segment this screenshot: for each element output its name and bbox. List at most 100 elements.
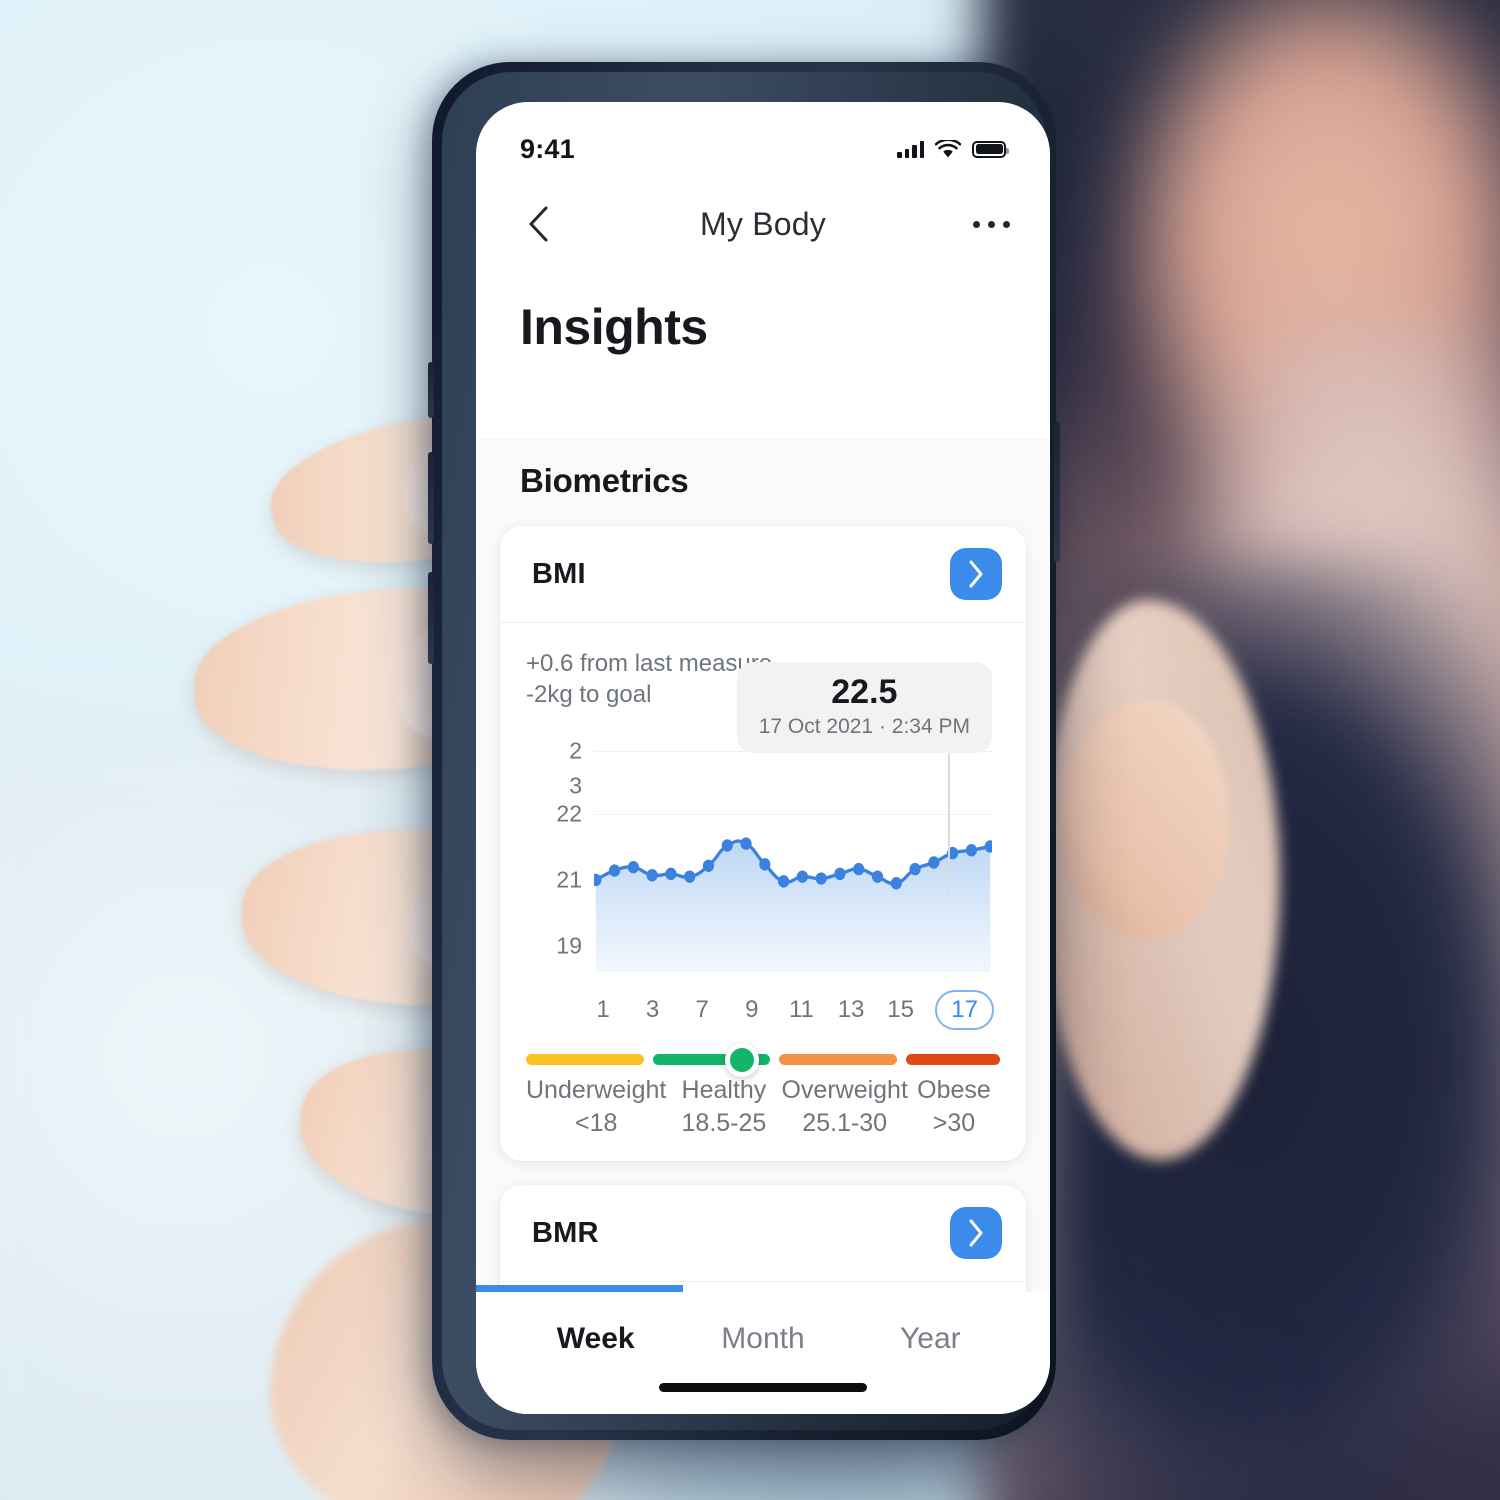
chart-plot-area xyxy=(594,736,992,973)
chart-point-11[interactable] xyxy=(778,875,790,889)
power-button[interactable] xyxy=(1054,422,1060,562)
y-tick-3: 21 xyxy=(556,866,582,893)
tooltip-date: 17 Oct 2021 · 2:34 PM xyxy=(758,714,970,738)
y-tick-2: 22 xyxy=(556,800,582,827)
content-scroll-area[interactable]: Biometrics BMI +0.6 from last measure -2… xyxy=(476,438,1050,1292)
scale-range-healthy: 18.5-25 xyxy=(681,1108,767,1137)
status-time: 9:41 xyxy=(520,133,575,164)
more-dot-2 xyxy=(988,220,995,228)
y-tick-4: 19 xyxy=(556,932,582,959)
chart-point-15[interactable] xyxy=(853,863,865,876)
card-bmr-header: BMR xyxy=(500,1185,1026,1283)
bmi-chart[interactable]: 22.5 17 Oct 2021 · 2:34 PM 2 3 22 21 19 xyxy=(526,662,1000,973)
chart-point-2[interactable] xyxy=(608,864,621,878)
chart-point-5[interactable] xyxy=(665,868,677,881)
volume-up-button[interactable] xyxy=(428,452,434,544)
chart-cursor-line xyxy=(948,744,950,895)
chart-x-axis: 1 3 7 9 11 13 15 17 xyxy=(526,972,1000,1031)
period-tab-bar: Week Month Year xyxy=(476,1292,1050,1414)
y-tick-0: 2 xyxy=(569,737,582,764)
chart-point-16[interactable] xyxy=(871,870,884,884)
chart-point-13[interactable] xyxy=(815,872,827,886)
card-bmi-header: BMI xyxy=(500,526,1026,623)
x-tick-13[interactable]: 13 xyxy=(836,996,866,1024)
chart-point-4[interactable] xyxy=(646,869,658,882)
card-bmi-title: BMI xyxy=(532,557,586,590)
chart-point-21[interactable] xyxy=(965,844,978,857)
chart-point-10[interactable] xyxy=(759,858,771,872)
volume-down-button[interactable] xyxy=(428,572,434,664)
tooltip-value: 22.5 xyxy=(831,673,898,712)
chart-point-6[interactable] xyxy=(684,870,696,884)
section-title-biometrics: Biometrics xyxy=(520,462,689,499)
phone-device: 9:41 My Body Insights Biometrics BMI +0.… xyxy=(428,62,1060,1440)
x-tick-11[interactable]: 11 xyxy=(786,996,816,1024)
chevron-right-icon xyxy=(969,560,983,588)
page-title: Insights xyxy=(520,299,708,355)
phone-screen: 9:41 My Body Insights Biometrics BMI +0.… xyxy=(476,102,1050,1414)
chart-point-18[interactable] xyxy=(909,863,921,876)
scale-label-healthy: Healthy 18.5-25 xyxy=(666,1075,781,1139)
chart-point-14[interactable] xyxy=(834,868,846,881)
chart-y-axis: 2 3 22 21 19 xyxy=(526,736,582,972)
battery-full-icon xyxy=(972,140,1009,158)
scale-label-overweight: Overweight 25.1-30 xyxy=(781,1075,907,1139)
photo-scene: 9:41 My Body Insights Biometrics BMI +0.… xyxy=(0,0,1500,1500)
chart-svg xyxy=(594,837,992,973)
card-bmr[interactable]: BMR +0.6 from last measure xyxy=(500,1185,1026,1292)
x-tick-3[interactable]: 3 xyxy=(638,996,668,1024)
bmi-scale-labels: Underweight <18 Healthy 18.5-25 Overweig… xyxy=(526,1075,1000,1139)
x-tick-17-selected[interactable]: 17 xyxy=(935,990,994,1031)
chart-point-8[interactable] xyxy=(721,839,733,853)
chart-tooltip: 22.5 17 Oct 2021 · 2:34 PM xyxy=(736,662,992,753)
card-bmr-title: BMR xyxy=(532,1216,599,1249)
status-icons xyxy=(897,139,1009,159)
bmi-scale-bars xyxy=(526,1042,1000,1077)
chart-point-17[interactable] xyxy=(890,877,902,890)
x-tick-7[interactable]: 7 xyxy=(687,996,717,1024)
tab-month[interactable]: Month xyxy=(679,1314,846,1356)
card-bmi[interactable]: BMI +0.6 from last measure -2kg to goal xyxy=(500,526,1026,1162)
card-bmi-open-button[interactable] xyxy=(950,548,1002,600)
x-tick-1[interactable]: 1 xyxy=(588,996,618,1024)
scale-range-overweight: 25.1-30 xyxy=(802,1108,888,1137)
scale-bar-overweight xyxy=(779,1054,897,1066)
page-header: Insights xyxy=(476,270,1050,390)
card-bmr-open-button[interactable] xyxy=(950,1207,1002,1260)
nav-bar: My Body xyxy=(476,178,1050,270)
chart-point-3[interactable] xyxy=(627,861,639,874)
signal-bars-icon xyxy=(897,140,924,158)
scale-name-healthy: Healthy xyxy=(681,1076,767,1105)
more-options-button[interactable] xyxy=(973,220,1010,228)
scale-bar-obese xyxy=(905,1054,1000,1066)
scroll-progress-indicator[interactable] xyxy=(476,1285,683,1292)
more-dot-3 xyxy=(1003,220,1010,228)
chart-point-19[interactable] xyxy=(928,856,940,870)
mute-switch[interactable] xyxy=(428,362,434,418)
scale-range-underweight: <18 xyxy=(574,1108,618,1137)
scale-name-underweight: Underweight xyxy=(526,1076,667,1105)
scale-range-obese: >30 xyxy=(932,1108,976,1137)
tab-week[interactable]: Week xyxy=(512,1314,679,1356)
chart-point-7[interactable] xyxy=(702,860,715,873)
x-tick-15[interactable]: 15 xyxy=(886,996,916,1024)
chart-point-12[interactable] xyxy=(796,870,808,884)
more-dot-1 xyxy=(973,220,980,228)
bmi-scale: Underweight <18 Healthy 18.5-25 Overweig… xyxy=(526,1042,1000,1139)
y-tick-1: 3 xyxy=(569,772,582,799)
scale-name-obese: Obese xyxy=(917,1076,991,1105)
tab-year[interactable]: Year xyxy=(847,1314,1014,1356)
card-bmi-body: +0.6 from last measure -2kg to goal 22.5… xyxy=(500,623,1026,1161)
wifi-icon xyxy=(935,139,961,159)
home-indicator xyxy=(659,1383,867,1392)
thumb-right xyxy=(1060,700,1230,940)
chevron-right-icon xyxy=(969,1219,983,1247)
page-title-nav: My Body xyxy=(700,205,826,242)
scale-label-underweight: Underweight <18 xyxy=(526,1075,666,1139)
scale-name-overweight: Overweight xyxy=(781,1076,908,1105)
chart-point-9[interactable] xyxy=(740,837,752,851)
status-bar: 9:41 xyxy=(476,102,1050,178)
x-tick-9[interactable]: 9 xyxy=(737,996,767,1024)
scale-label-obese: Obese >30 xyxy=(908,1075,1000,1139)
bmi-scale-marker[interactable] xyxy=(724,1042,759,1077)
